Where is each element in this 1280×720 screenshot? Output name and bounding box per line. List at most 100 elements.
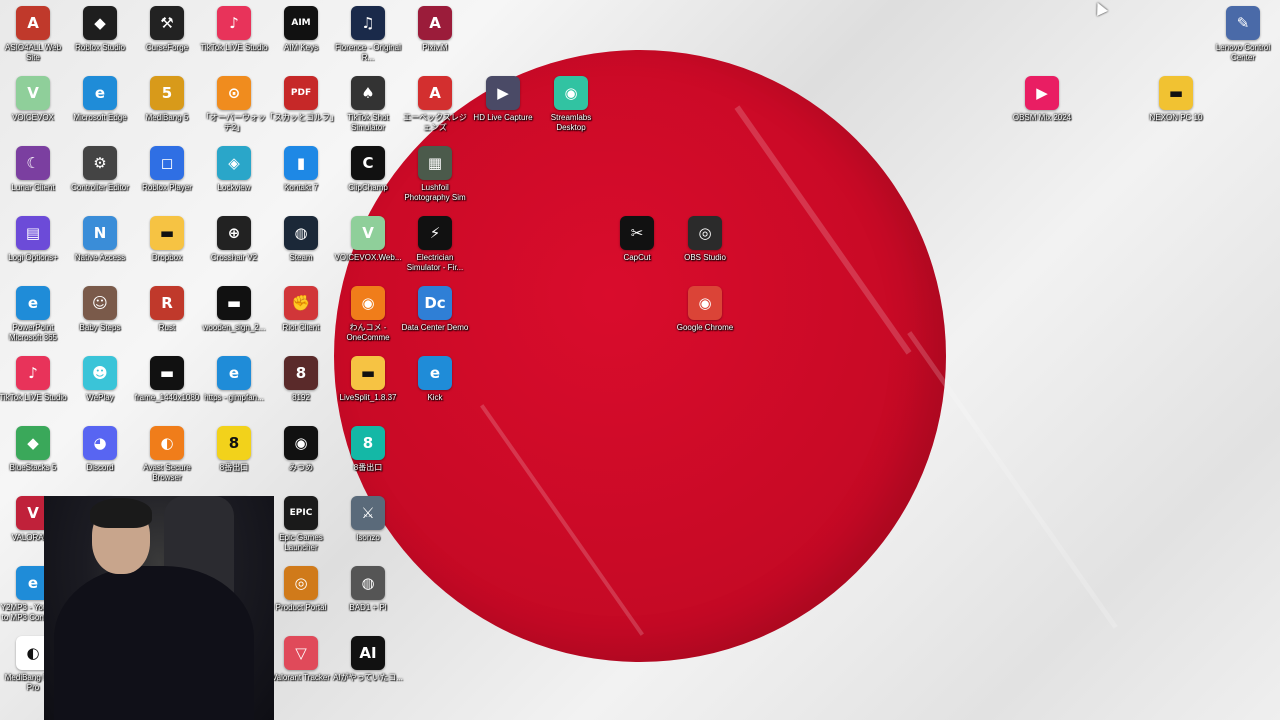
- voicevox-icon: V: [351, 216, 385, 250]
- desktop-shortcut[interactable]: ▬ frame_1440x1080: [132, 352, 202, 403]
- avast-icon: ◐: [150, 426, 184, 460]
- desktop-shortcut[interactable]: AI AIがやっていたコ...: [333, 632, 403, 683]
- desktop-shortcut[interactable]: ⚙ Controller Editor: [65, 142, 135, 193]
- desktop-shortcut-label: Product Portal: [275, 603, 327, 612]
- desktop-shortcut-label: OBSM Mix 2024: [1012, 113, 1072, 122]
- pixiv-icon: A: [418, 6, 452, 40]
- desktop-shortcut[interactable]: ◆ BlueStacks 5: [0, 422, 68, 473]
- desktop-shortcut-label: 8番出口: [219, 463, 249, 472]
- desktop-shortcut[interactable]: ⚡ Electrician Simulator - Fir...: [400, 212, 470, 273]
- folder-icon: ▬: [351, 356, 385, 390]
- desktop-shortcut[interactable]: ✎ Lenovo Control Center: [1208, 2, 1278, 63]
- desktop-shortcut-label: Roblox Player: [142, 183, 192, 192]
- desktop-shortcut-label: Rust: [158, 323, 176, 332]
- pdf-icon: PDF: [284, 76, 318, 110]
- overwatch-icon: ⊙: [217, 76, 251, 110]
- desktop-shortcut[interactable]: ◉ Streamlabs Desktop: [536, 72, 606, 133]
- desktop-shortcut[interactable]: Dc Data Center Demo: [400, 282, 470, 333]
- desktop-shortcut[interactable]: ▮ Kontakt 7: [266, 142, 336, 193]
- weplay-icon: ☻: [83, 356, 117, 390]
- desktop-shortcut-label: CapCut: [623, 253, 651, 262]
- desktop-shortcut[interactable]: 8 8192: [266, 352, 336, 403]
- onecomme-icon: ◉: [351, 286, 385, 320]
- desktop-shortcut-label: Crosshair V2: [210, 253, 258, 262]
- desktop-shortcut[interactable]: ◍ Steam: [266, 212, 336, 263]
- bluestacks-icon: ◆: [16, 426, 50, 460]
- desktop-shortcut[interactable]: ▬ wooden_sign_2...: [199, 282, 269, 333]
- desktop-shortcut[interactable]: ♪ TikTok LIVE Studio: [199, 2, 269, 53]
- desktop-shortcut[interactable]: 8 8番出口: [333, 422, 403, 473]
- desktop-shortcut-label: ASIO4ALL Web Site: [4, 43, 62, 62]
- desktop-shortcut[interactable]: ♪ TikTok LIVE Studio: [0, 352, 68, 403]
- desktop-shortcut[interactable]: e PowerPoint Microsoft 365: [0, 282, 68, 343]
- desktop-shortcut[interactable]: ▬ Dropbox: [132, 212, 202, 263]
- exit8-icon: 8: [217, 426, 251, 460]
- desktop-shortcut-label: Lockview: [217, 183, 251, 192]
- desktop-shortcut[interactable]: 8 8番出口: [199, 422, 269, 473]
- desktop-shortcut[interactable]: ◻ Roblox Player: [132, 142, 202, 193]
- desktop-shortcut[interactable]: N Native Access: [65, 212, 135, 263]
- desktop-shortcut-label: わんコメ - OneComme: [346, 323, 390, 342]
- desktop-shortcut[interactable]: ☺ Baby Steps: [65, 282, 135, 333]
- desktop-shortcut[interactable]: ◆ Roblox Studio: [65, 2, 135, 53]
- desktop-shortcut[interactable]: ▤ Logi Options+: [0, 212, 68, 263]
- desktop-shortcut[interactable]: ◉ わんコメ - OneComme: [333, 282, 403, 343]
- kontakt-icon: ▮: [284, 146, 318, 180]
- desktop-shortcut[interactable]: ◉ みつめ: [266, 422, 336, 473]
- desktop-shortcut[interactable]: ◉ Google Chrome: [670, 282, 740, 333]
- lockview-icon: ◈: [217, 146, 251, 180]
- desktop-shortcut[interactable]: ⊕ Crosshair V2: [199, 212, 269, 263]
- desktop-shortcut[interactable]: C ClipChamp: [333, 142, 403, 193]
- desktop-shortcut[interactable]: ◍ BAD1 + Pl: [333, 562, 403, 613]
- desktop-shortcut[interactable]: ◎ Product Portal: [266, 562, 336, 613]
- desktop-shortcut[interactable]: 5 MediBang 5: [132, 72, 202, 123]
- desktop-shortcut[interactable]: ⚔ Isonzo: [333, 492, 403, 543]
- desktop-shortcut[interactable]: ▦ Lushfoil Photography Sim: [400, 142, 470, 203]
- edge-icon: e: [217, 356, 251, 390]
- desktop-shortcut[interactable]: A ASIO4ALL Web Site: [0, 2, 68, 63]
- desktop-shortcut-label: Streamlabs Desktop: [550, 113, 592, 132]
- desktop-shortcut[interactable]: ▶ OBSM Mix 2024: [1007, 72, 1077, 123]
- desktop-shortcut[interactable]: e https - gimpfan...: [199, 352, 269, 403]
- desktop-shortcut[interactable]: ⊙ 「オーバーウォッチ2」: [199, 72, 269, 133]
- game-icon: ◍: [351, 566, 385, 600]
- desktop-shortcut-label: OBS Studio: [684, 253, 726, 262]
- desktop-shortcut[interactable]: R Rust: [132, 282, 202, 333]
- desktop-shortcut[interactable]: e Kick: [400, 352, 470, 403]
- desktop-shortcut[interactable]: ▬ LiveSplit_1.8.37: [333, 352, 403, 403]
- ai-app-icon: AI: [351, 636, 385, 670]
- desktop-shortcut-label: Baby Steps: [79, 323, 121, 332]
- desktop-shortcut-label: TikTok LIVE Studio: [0, 393, 67, 402]
- riot-client-icon: ✊: [284, 286, 318, 320]
- desktop-shortcut-label: 8番出口: [353, 463, 383, 472]
- desktop-shortcut[interactable]: ♠ TikTok Shot Simulator: [333, 72, 403, 133]
- desktop-shortcut[interactable]: ♫ Florence - Original R...: [333, 2, 403, 63]
- game-icon: 8: [284, 356, 318, 390]
- desktop-shortcut[interactable]: ▶ HD Live Capture: [468, 72, 538, 123]
- desktop-shortcut[interactable]: ▽ Valorant Tracker: [266, 632, 336, 683]
- desktop-shortcut[interactable]: A エーペックスレジェンズ: [400, 72, 470, 133]
- desktop-shortcut[interactable]: V VOICEVOX.Web...: [333, 212, 403, 263]
- desktop-shortcut-label: VOICEVOX.Web...: [334, 253, 402, 262]
- desktop-shortcut[interactable]: e Microsoft Edge: [65, 72, 135, 123]
- desktop-shortcut[interactable]: ✂ CapCut: [602, 212, 672, 263]
- desktop-shortcut[interactable]: A Pixiv.M: [400, 2, 470, 53]
- desktop-shortcut[interactable]: ◕ Discord: [65, 422, 135, 473]
- desktop-shortcut[interactable]: V VOICEVOX: [0, 72, 68, 123]
- desktop-shortcut[interactable]: ◐ Avast Secure Browser: [132, 422, 202, 483]
- desktop-shortcut[interactable]: ◎ OBS Studio: [670, 212, 740, 263]
- desktop-shortcut[interactable]: ◈ Lockview: [199, 142, 269, 193]
- desktop-shortcut-label: BlueStacks 5: [9, 463, 57, 472]
- desktop-shortcut[interactable]: PDF 「スカッとゴルフ」: [266, 72, 338, 123]
- desktop-shortcut[interactable]: ☾ Lunar Client: [0, 142, 68, 193]
- mouse-cursor-icon: [1092, 0, 1108, 16]
- desktop-shortcut-label: Lushfoil Photography Sim: [404, 183, 466, 202]
- desktop-shortcut[interactable]: ⚒ CurseForge: [132, 2, 202, 53]
- desktop-shortcut[interactable]: ☻ WePlay: [65, 352, 135, 403]
- steam-icon: ◍: [284, 216, 318, 250]
- desktop-shortcut[interactable]: EPIC Epic Games Launcher: [266, 492, 336, 553]
- capcut-icon: ✂: [620, 216, 654, 250]
- desktop-shortcut[interactable]: ▬ NEXON PC 10: [1141, 72, 1211, 123]
- desktop-shortcut[interactable]: ✊ Riot Client: [266, 282, 336, 333]
- desktop-shortcut[interactable]: AIM AIM Keys: [266, 2, 336, 53]
